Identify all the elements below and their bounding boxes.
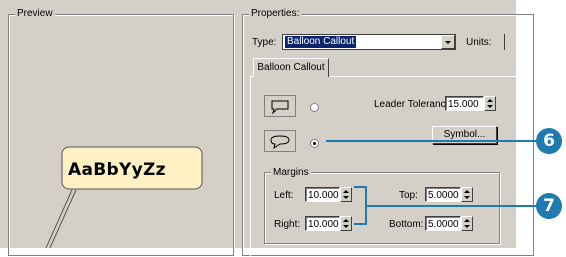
annotation-lines xyxy=(326,140,536,225)
tab-balloon-callout[interactable]: Balloon Callout xyxy=(253,58,329,77)
tab-balloon-callout-label: Balloon Callout xyxy=(257,62,325,73)
callout-7-badge: 7 xyxy=(536,193,562,219)
callout-7-bracket xyxy=(354,186,536,225)
callout-6-badge: 6 xyxy=(536,128,562,154)
